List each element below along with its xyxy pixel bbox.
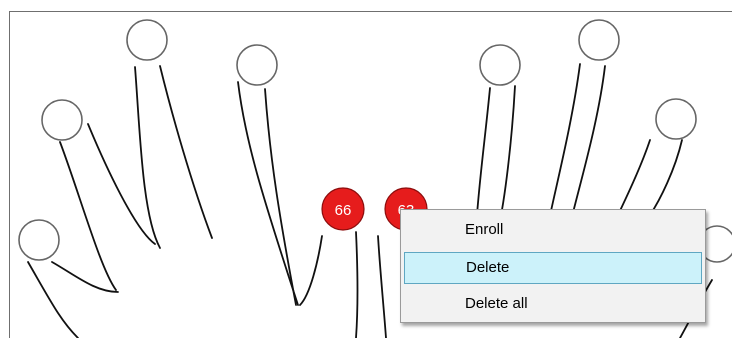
left-middle-slot[interactable] [126,19,168,61]
menu-item-enroll[interactable]: Enroll [404,215,702,247]
enrolled-badge-left-label: 66 [335,202,352,219]
left-pinky-slot[interactable] [18,219,60,261]
left-ring-slot[interactable] [41,99,83,141]
menu-item-delete[interactable]: Delete [404,252,702,284]
fingerprint-enrollment-canvas: 66 63 Enroll Delete Delete all [0,0,732,338]
finger-context-menu: Enroll Delete Delete all [400,209,706,323]
right-middle-slot[interactable] [578,19,620,61]
enrolled-badge-left[interactable]: 66 [321,187,365,231]
right-ring-slot[interactable] [655,98,697,140]
left-index-slot[interactable] [236,44,278,86]
right-index-slot[interactable] [479,44,521,86]
menu-item-delete-all[interactable]: Delete all [404,289,702,321]
